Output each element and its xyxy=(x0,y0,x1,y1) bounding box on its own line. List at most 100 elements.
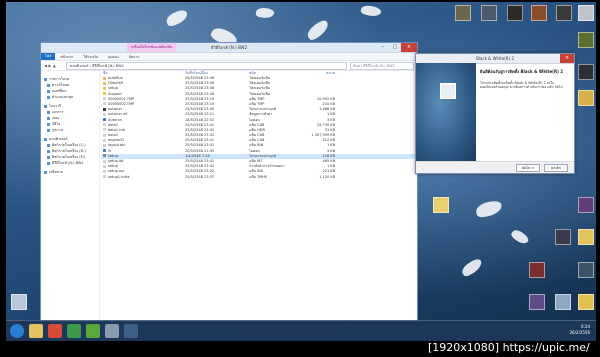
explorer-window[interactable]: ดีวีดีไดรฟ์ (N:) BW2 เครื่องมือไดรฟ์แอปพ… xyxy=(40,42,418,322)
chrome-icon[interactable] xyxy=(48,324,62,338)
setup-icon[interactable] xyxy=(105,324,119,338)
ribbon-tab-view[interactable]: มุมมอง xyxy=(103,54,124,60)
next-button[interactable]: ถัดไป > xyxy=(516,164,540,172)
clock[interactable]: 0:24 26/2/2556 xyxy=(569,324,590,336)
desktop-shortcut[interactable] xyxy=(575,32,596,48)
installer-dialog[interactable]: Black & White(R) 2 × ยินดีต้อนรับสู่การต… xyxy=(415,53,575,174)
file-icon xyxy=(103,175,106,179)
shortcut-icon xyxy=(578,5,594,21)
file-name: AutoRun xyxy=(108,76,123,80)
desktop-shortcut[interactable] xyxy=(575,294,596,310)
minimize-icon[interactable]: – xyxy=(377,43,389,52)
file-name: setup xyxy=(108,153,118,158)
shortcut-icon xyxy=(578,294,594,310)
file-icon xyxy=(103,143,106,147)
desktop-shortcut[interactable] xyxy=(526,294,548,310)
file-name: engine32 xyxy=(108,138,125,143)
file-name: setup xyxy=(108,86,118,91)
nav-item-label: เพลง xyxy=(52,116,60,120)
utorrent-icon[interactable] xyxy=(86,324,100,338)
file-icon xyxy=(103,164,106,168)
file-icon xyxy=(103,123,106,127)
desktop-shortcut[interactable] xyxy=(575,90,596,106)
desktop-shortcut[interactable] xyxy=(575,197,596,213)
dialog-heading: ยินดีต้อนรับสู่การติดตั้ง Black & White(… xyxy=(480,69,564,74)
ribbon-tab-file[interactable]: ไฟล์ xyxy=(41,53,56,60)
file-icon xyxy=(103,112,106,116)
desktop-shortcut[interactable] xyxy=(575,64,596,80)
file-icon xyxy=(103,102,106,106)
nav-item[interactable]: ดีวีดีไดรฟ์ (N:) BW2 xyxy=(41,160,99,166)
back-forward-icon[interactable]: ◀ ▶ ▲ xyxy=(41,63,66,68)
desktop-shortcut[interactable] xyxy=(553,5,575,21)
shortcut-icon xyxy=(578,262,594,278)
nav-item-label: เครือข่าย xyxy=(49,170,63,174)
file-icon xyxy=(103,107,106,111)
desktop-shortcut[interactable] xyxy=(526,262,548,278)
folder-icon xyxy=(47,110,50,114)
file-icon xyxy=(103,138,106,142)
wallpaper-petal xyxy=(509,227,531,247)
desktop-shortcut[interactable] xyxy=(552,294,574,310)
desktop-shortcut[interactable] xyxy=(504,5,526,21)
ribbon-tab-manage[interactable]: จัดการ xyxy=(124,54,144,60)
file-name: layout.bin xyxy=(108,143,126,148)
close-icon[interactable]: × xyxy=(401,43,417,52)
nav-item[interactable]: ตำแหน่งล่าสุด xyxy=(41,94,99,100)
desktop-shortcut[interactable] xyxy=(478,5,500,21)
shortcut-icon xyxy=(481,5,497,21)
search-input[interactable]: ค้นหา ดีวีดีไดรฟ์ (N:) BW2 xyxy=(350,61,414,70)
folder-icon xyxy=(47,83,50,87)
folder-group-icon xyxy=(44,104,47,108)
nav-item[interactable]: เครือข่าย xyxy=(41,169,99,175)
file-row[interactable]: setup1.hdkk 25/5/2548 23:37 แฟ้ม TMHE 1,120… xyxy=(101,175,417,180)
file-name: data1 xyxy=(108,122,119,127)
watermark: [1920x1080] https://upic.me/ xyxy=(428,341,590,354)
shortcut-icon xyxy=(529,262,545,278)
recycle-bin-icon[interactable] xyxy=(8,294,30,310)
ie-icon[interactable] xyxy=(10,324,24,338)
folder-group-icon xyxy=(44,77,47,81)
desktop-shortcut[interactable] xyxy=(575,229,596,245)
file-icon xyxy=(103,97,106,101)
file-icon xyxy=(103,76,106,80)
desktop-shortcut[interactable] xyxy=(552,229,574,245)
game-icon[interactable] xyxy=(124,324,138,338)
desktop-shortcut[interactable] xyxy=(575,5,596,21)
shortcut-icon xyxy=(578,32,594,48)
file-icon xyxy=(103,133,106,137)
nav-item-label: รูปภาพ xyxy=(52,128,63,132)
shortcut-icon xyxy=(555,294,571,310)
folder-icon[interactable] xyxy=(29,324,43,338)
desktop-shortcut[interactable] xyxy=(430,197,452,213)
wallpaper-petal xyxy=(304,18,332,42)
nav-item-label: รายการโปรด xyxy=(49,77,70,81)
folder-icon xyxy=(47,143,50,147)
close-icon[interactable]: × xyxy=(560,54,574,63)
file-name: DirectX9 xyxy=(108,81,124,86)
ribbon-tab-home[interactable]: หน้าแรก xyxy=(55,54,78,60)
store-icon[interactable] xyxy=(67,324,81,338)
ribbon-tab-share[interactable]: ใช้ร่วมกัน xyxy=(78,54,103,60)
shortcut-icon xyxy=(578,90,594,106)
file-icon xyxy=(103,86,106,90)
cancel-button[interactable]: ยกเลิก xyxy=(544,164,568,172)
file-name: 00000001.TMP xyxy=(108,96,135,101)
shortcut-icon xyxy=(433,197,449,213)
explorer-titlebar[interactable]: ดีวีดีไดรฟ์ (N:) BW2 เครื่องมือไดรฟ์แอปพ… xyxy=(41,43,417,53)
dialog-footer: ถัดไป > ยกเลิก xyxy=(416,161,574,173)
maximize-icon[interactable]: □ xyxy=(389,43,401,52)
file-icon xyxy=(103,149,106,153)
installshield-logo-icon xyxy=(440,83,456,99)
file-icon xyxy=(103,154,106,158)
drive-tools-tab[interactable]: เครื่องมือไดรฟ์แอปพลิเคชัน xyxy=(127,43,177,52)
desktop-shortcut[interactable] xyxy=(575,262,596,278)
file-list: ชื่อ วันที่ปรับเปลี่ยน ชนิด ขนาด AutoRun… xyxy=(101,70,417,321)
address-bar[interactable]: คอมพิวเตอร์ › ดีวีดีไดรฟ์ (N:) BW2 xyxy=(66,61,347,70)
desktop-shortcut[interactable] xyxy=(452,5,474,21)
desktop-shortcut[interactable] xyxy=(528,5,550,21)
file-name: lh xyxy=(108,148,112,153)
nav-item[interactable]: รูปภาพ xyxy=(41,127,99,133)
folder-icon xyxy=(47,161,50,165)
nav-item-label: เอกสาร xyxy=(52,110,64,114)
